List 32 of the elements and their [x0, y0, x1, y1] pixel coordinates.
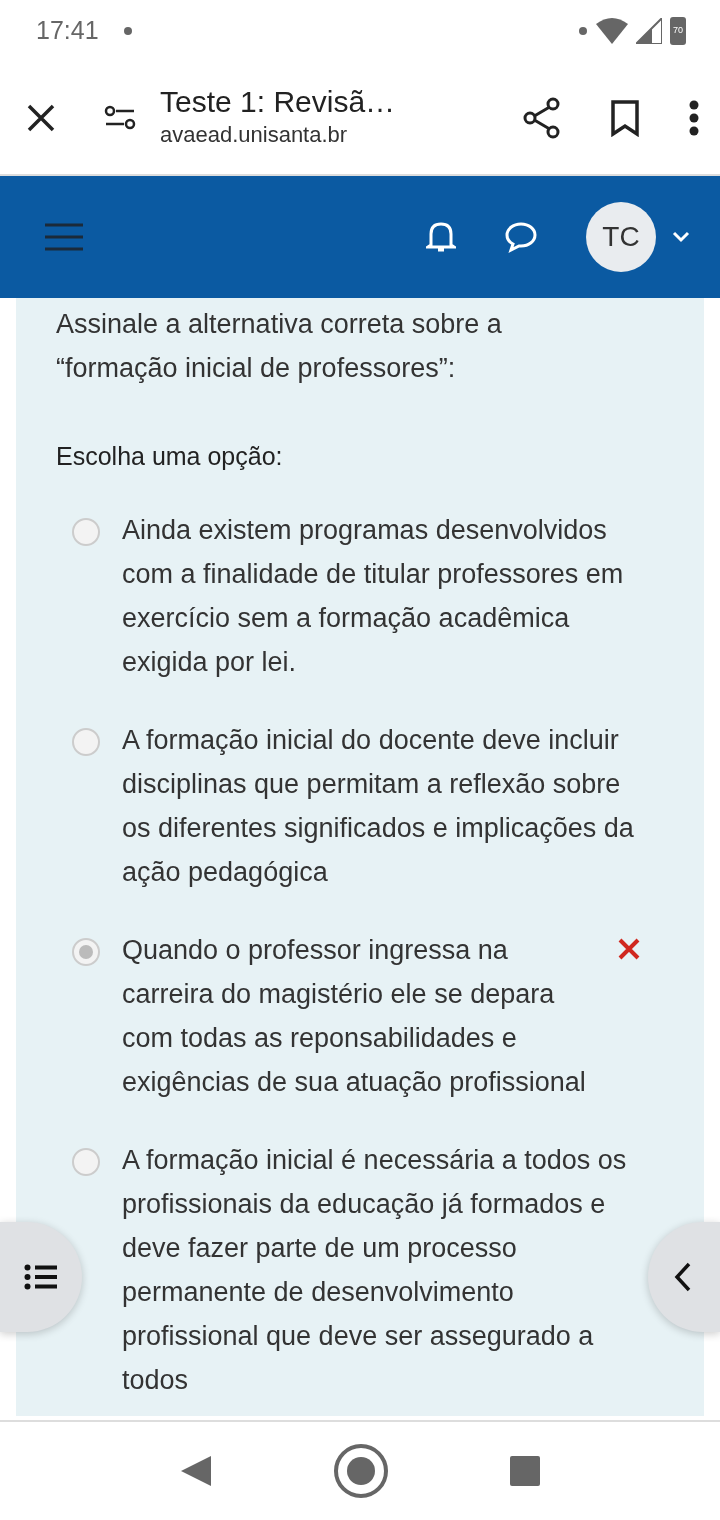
option-text: A formação inicial do docente deve incluir disciplinas que permitam a reflexão sobre os diferentes significados e implicações da ação pedagógica	[122, 723, 635, 889]
page-title: Teste 1: Revisã…	[160, 85, 397, 118]
bell-icon[interactable]	[426, 220, 456, 254]
chevron-down-icon[interactable]	[672, 231, 690, 243]
status-time: 17:41	[36, 15, 99, 47]
notification-dot-icon	[122, 26, 133, 36]
share-icon[interactable]	[522, 97, 562, 139]
choose-option-label: Escolha uma opção:	[56, 441, 284, 472]
notification-dot-icon	[578, 26, 588, 36]
chevron-left-icon	[674, 1262, 692, 1292]
recents-icon[interactable]	[509, 1455, 541, 1487]
option-text: Quando o professor ingressa na carreira do magistério ele se depara com todas as reponsabilidades e exigências de sua atuação profissional	[122, 933, 587, 1099]
settings-sliders-icon[interactable]	[104, 105, 136, 131]
radio-button[interactable]	[72, 517, 100, 546]
home-icon[interactable]	[333, 1443, 389, 1499]
radio-button[interactable]	[72, 727, 100, 756]
back-icon[interactable]	[179, 1454, 213, 1488]
bookmark-icon[interactable]	[610, 99, 640, 137]
radio-button[interactable]	[72, 1147, 100, 1176]
option-text: Ainda existem programas desenvolvidos com a finalidade de titular professores em exercício sem a formação acadêmica exigida por lei.	[122, 513, 625, 679]
signal-icon	[636, 18, 662, 44]
battery-icon: 70	[670, 17, 686, 45]
radio-button[interactable]	[72, 937, 100, 966]
question-text: Assinale a alternativa correta sobre a “formação inicial de professores”:	[56, 308, 503, 385]
chat-bubble-icon[interactable]	[504, 221, 538, 253]
more-options-icon[interactable]	[688, 100, 700, 136]
wifi-icon	[596, 18, 628, 44]
list-icon	[24, 1264, 58, 1290]
page-url: avaead.unisanta.br	[160, 121, 349, 149]
user-avatar[interactable]: TC	[586, 202, 656, 272]
option-text: A formação inicial é necessária a todos os profissionais da educação já formados e deve fazer parte de um processo permanente de desenvolvimento profissional que deve ser assegurado a todos	[122, 1143, 628, 1397]
close-icon[interactable]	[26, 103, 56, 133]
